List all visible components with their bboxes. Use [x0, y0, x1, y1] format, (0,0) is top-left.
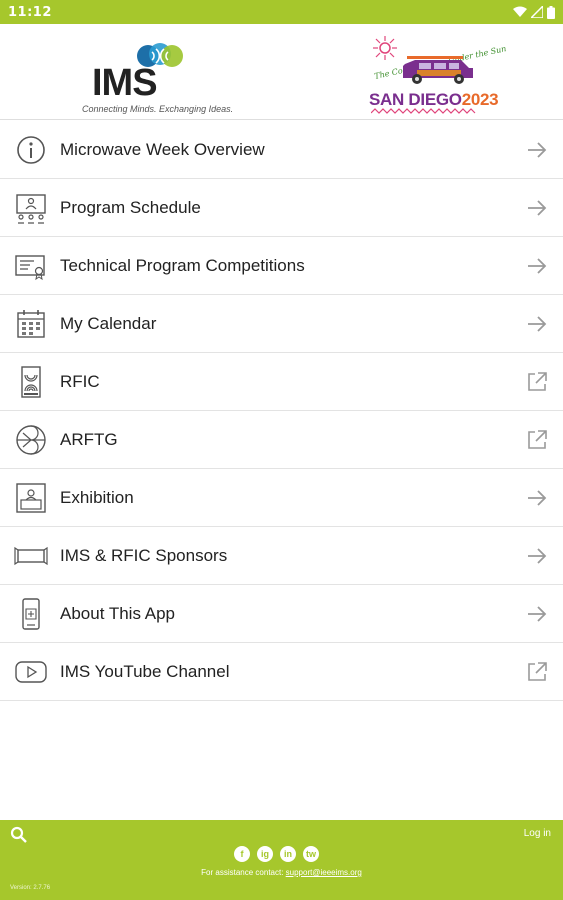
external-link-icon: [528, 429, 547, 449]
menu-item-ims-rfic-sponsors[interactable]: IMS & RFIC Sponsors: [0, 527, 563, 585]
login-link[interactable]: Log in: [524, 828, 551, 839]
twitter-icon[interactable]: tw: [303, 846, 319, 862]
exhibition-booth-icon: [14, 481, 48, 515]
linkedin-icon[interactable]: in: [280, 846, 296, 862]
external-link-icon: [528, 371, 547, 391]
search-icon[interactable]: [10, 826, 28, 844]
menu-item-label: Technical Program Competitions: [60, 255, 305, 275]
event-city-name: SAN DIEGO: [369, 89, 462, 109]
menu-item-microwave-week-overview[interactable]: Microwave Week Overview: [0, 121, 563, 179]
menu-item-program-schedule[interactable]: Program Schedule: [0, 179, 563, 237]
menu-item-my-calendar[interactable]: My Calendar: [0, 295, 563, 353]
ims-tagline: Connecting Minds. Exchanging Ideas.: [82, 103, 234, 114]
menu-item-label: Exhibition: [60, 487, 134, 507]
menu-item-arftg[interactable]: ARFTG: [0, 411, 563, 469]
menu-item-label: IMS YouTube Channel: [60, 661, 230, 681]
menu-item-technical-program-competitions[interactable]: Technical Program Competitions: [0, 237, 563, 295]
menu-item-label: RFIC: [60, 371, 100, 391]
info-icon: [14, 133, 48, 167]
external-link-icon: [528, 661, 547, 681]
event-city: SAN DIEGO2023: [369, 89, 499, 110]
menu-item-label: My Calendar: [60, 313, 157, 333]
ims-logo: IMS Connecting Minds. Exchanging Ideas.: [82, 32, 233, 114]
social-links: f ig in tw: [234, 846, 319, 862]
youtube-icon: [14, 655, 48, 689]
woody-car-icon: [403, 55, 473, 84]
event-year: 2023: [461, 89, 499, 109]
status-time: 11:12: [8, 4, 52, 20]
wifi-icon: [513, 6, 527, 17]
arrow-right-icon: [528, 547, 547, 564]
system-icons: [513, 5, 555, 19]
menu-item-exhibition[interactable]: Exhibition: [0, 469, 563, 527]
ims-wordmark: IMS: [92, 61, 158, 104]
header: IMS Connecting Minds. Exchanging Ideas. …: [0, 24, 563, 120]
main-menu: Microwave Week Overview Program Schedule…: [0, 121, 563, 701]
support-email-link[interactable]: support@ieeeims.org: [286, 868, 362, 877]
battery-icon: [547, 5, 555, 19]
arrow-right-icon: [528, 489, 547, 506]
signal-icon: [531, 6, 543, 18]
rfic-device-icon: [14, 365, 48, 399]
menu-item-label: Program Schedule: [60, 197, 201, 217]
certificate-icon: [14, 249, 48, 283]
arrow-right-icon: [528, 257, 547, 274]
menu-item-label: About This App: [60, 603, 175, 623]
menu-item-label: IMS & RFIC Sponsors: [60, 545, 228, 565]
menu-item-rfic[interactable]: RFIC: [0, 353, 563, 411]
arrow-right-icon: [528, 199, 547, 216]
menu-item-ims-youtube-channel[interactable]: IMS YouTube Channel: [0, 643, 563, 701]
instagram-icon[interactable]: ig: [257, 846, 273, 862]
app-version: Version: 2.7.76: [10, 885, 51, 891]
status-bar: 11:12: [0, 0, 563, 24]
assistance-label: For assistance contact:: [201, 868, 286, 877]
zigzag-decoration: [371, 107, 476, 114]
footer: Log in f ig in tw For assistance contact…: [0, 820, 563, 900]
arrow-right-icon: [528, 315, 547, 332]
calendar-icon: [14, 307, 48, 341]
facebook-icon[interactable]: f: [234, 846, 250, 862]
arrow-right-icon: [528, 605, 547, 622]
menu-item-label: ARFTG: [60, 429, 118, 449]
sponsor-banner-icon: [14, 539, 48, 573]
sun-icon: [373, 35, 397, 60]
arrow-right-icon: [528, 141, 547, 158]
mobile-app-icon: [14, 597, 48, 631]
arftg-icon: [14, 423, 48, 457]
san-diego-2023-logo: The Coolest Ideas Under the Sun SAN DIEG…: [369, 32, 507, 114]
presentation-icon: [14, 191, 48, 225]
menu-item-about-this-app[interactable]: About This App: [0, 585, 563, 643]
menu-item-label: Microwave Week Overview: [60, 139, 265, 159]
assistance-text: For assistance contact: support@ieeeims.…: [0, 868, 563, 877]
